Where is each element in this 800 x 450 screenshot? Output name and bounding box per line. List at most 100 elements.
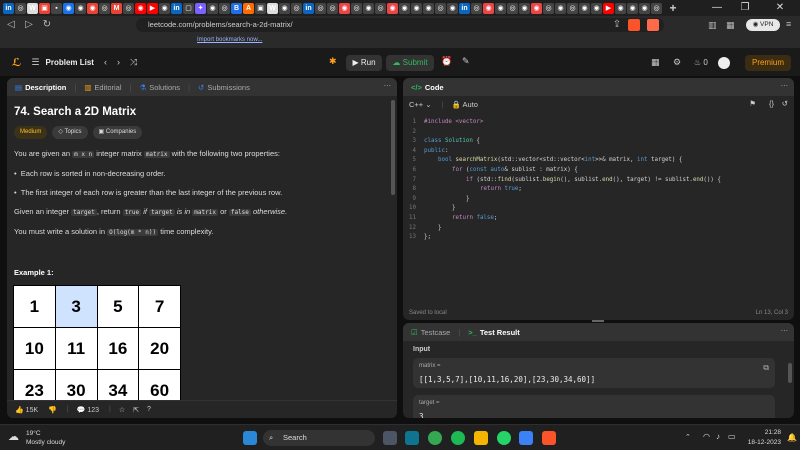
forward-icon[interactable]: ▷ (22, 18, 36, 32)
debug-icon[interactable]: ✱ (329, 56, 337, 67)
tab-solutions[interactable]: ⚗ Solutions (139, 83, 180, 92)
browser-tab[interactable]: ◎ (507, 2, 518, 14)
browser-tab[interactable]: ◎ (375, 2, 386, 14)
submit-button[interactable]: ☁ Submit (386, 55, 434, 71)
problem-list-link[interactable]: Problem List (46, 58, 94, 67)
browser-tab[interactable]: ◉ (627, 2, 638, 14)
browser-tab[interactable]: ◎ (123, 2, 134, 14)
browser-tab[interactable]: ◉ (483, 2, 494, 14)
run-button[interactable]: ▶ Run (346, 55, 382, 71)
windows-start-icon[interactable] (243, 431, 257, 445)
browser-tab[interactable]: ◉ (207, 2, 218, 14)
leetcode-logo-icon[interactable]: ℒ (12, 56, 21, 69)
browser-tab[interactable]: ◎ (15, 2, 26, 14)
timer-icon[interactable]: ⏰ (441, 56, 452, 67)
browser-tab[interactable]: ▢ (183, 2, 194, 14)
sidebar-toggle-icon[interactable]: ▥ (708, 20, 717, 31)
browser-tab[interactable]: ◉ (339, 2, 350, 14)
browser-tab[interactable]: ◉ (399, 2, 410, 14)
browser-tab[interactable]: ◎ (351, 2, 362, 14)
tab-test-result[interactable]: >_ Test Result (468, 328, 519, 337)
help-icon[interactable]: ? (147, 406, 151, 413)
browser-tab[interactable]: ◉ (555, 2, 566, 14)
topics-chip[interactable]: ◇ Topics (52, 126, 88, 139)
browser-tab[interactable]: ◉ (75, 2, 86, 14)
wifi-icon[interactable]: ◠ (703, 432, 710, 441)
browser-tab[interactable]: ▶ (603, 2, 614, 14)
browser-tab[interactable]: ◉ (615, 2, 626, 14)
reload-icon[interactable]: ↻ (40, 18, 54, 32)
browser-tab[interactable]: ✦ (195, 2, 206, 14)
browser-tab[interactable]: in (303, 2, 314, 14)
settings-gear-icon[interactable]: ⚙ (673, 57, 681, 68)
brave-browser-icon[interactable] (542, 431, 556, 445)
avatar[interactable] (718, 57, 730, 69)
more-options-icon[interactable]: ⋯ (781, 326, 789, 335)
browser-tab[interactable]: ◎ (567, 2, 578, 14)
weather-icon[interactable]: ☁ (8, 430, 19, 443)
taskbar-search[interactable]: ⌕ Search (263, 430, 375, 446)
share-icon[interactable]: ⇪ (610, 18, 624, 32)
widgets-icon[interactable] (405, 431, 419, 445)
chrome-icon[interactable] (428, 431, 442, 445)
description-scrollbar[interactable] (391, 100, 395, 195)
back-icon[interactable]: ◁ (4, 18, 18, 32)
browser-tab[interactable]: ▪ (51, 2, 62, 14)
browser-tab[interactable]: in (459, 2, 470, 14)
browser-tab[interactable]: ◉ (87, 2, 98, 14)
browser-tab[interactable]: ◉ (411, 2, 422, 14)
import-bookmarks-link[interactable]: Import bookmarks now... (197, 37, 262, 43)
like-button[interactable]: 👍 15K (15, 406, 38, 414)
browser-tab[interactable]: ◉ (423, 2, 434, 14)
clock-date[interactable]: 18-12-2023 (743, 439, 781, 446)
difficulty-badge[interactable]: Medium (14, 126, 48, 139)
tab-description[interactable]: ▤ Description (15, 83, 66, 92)
battery-icon[interactable]: ▭ (728, 432, 736, 441)
browser-tab[interactable]: ◎ (471, 2, 482, 14)
browser-tab[interactable]: ◉ (63, 2, 74, 14)
layout-icon[interactable]: ▦ (651, 57, 660, 68)
browser-tab[interactable]: in (3, 2, 14, 14)
store-icon[interactable] (519, 431, 533, 445)
browser-tab[interactable]: ◉ (363, 2, 374, 14)
browser-tab[interactable]: ◉ (495, 2, 506, 14)
tab-editorial[interactable]: ▥ Editorial (84, 83, 121, 92)
vpn-button[interactable]: ◉ VPN (746, 19, 780, 31)
shuffle-icon[interactable]: ⤨ (130, 57, 137, 68)
next-problem-icon[interactable]: › (117, 57, 120, 67)
favorite-star-icon[interactable]: ☆ (119, 406, 125, 414)
tab-code[interactable]: </> Code (411, 83, 444, 92)
browser-tab[interactable]: ◉ (387, 2, 398, 14)
browser-tab[interactable]: ◎ (327, 2, 338, 14)
browser-tab[interactable]: W (267, 2, 278, 14)
share-link-icon[interactable]: ⇱ (133, 406, 139, 414)
comments-button[interactable]: 💬 123 (77, 406, 99, 414)
wallet-icon[interactable]: ▦ (726, 20, 735, 31)
browser-tab[interactable]: ◉ (519, 2, 530, 14)
bookmark-icon[interactable]: ⚑ (749, 99, 756, 108)
copy-icon[interactable]: ⧉ (763, 363, 769, 373)
volume-icon[interactable]: ♪ (716, 432, 720, 441)
premium-button[interactable]: Premium (745, 55, 791, 71)
tab-testcase[interactable]: ☑ Testcase (411, 328, 450, 337)
tray-chevron-icon[interactable]: ⌃ (685, 433, 691, 441)
browser-tab[interactable]: ◎ (315, 2, 326, 14)
notes-icon[interactable]: ✎ (462, 56, 470, 67)
browser-tab[interactable]: B (231, 2, 242, 14)
browser-tab[interactable]: ▣ (255, 2, 266, 14)
clock-time[interactable]: 21:28 (747, 429, 781, 436)
code-editor[interactable]: 1 #include <vector> 2 3 class Solution { 4… (403, 118, 794, 243)
whatsapp-icon[interactable] (497, 431, 511, 445)
prev-problem-icon[interactable]: ‹ (104, 57, 107, 67)
browser-tab[interactable]: ◎ (99, 2, 110, 14)
browser-tab[interactable]: ◉ (591, 2, 602, 14)
task-view-icon[interactable] (383, 431, 397, 445)
streak-counter[interactable]: ♨ 0 (694, 58, 708, 67)
file-explorer-icon[interactable] (474, 431, 488, 445)
brave-rewards-icon[interactable] (647, 19, 659, 31)
menu-icon[interactable]: ≡ (786, 19, 791, 29)
more-options-icon[interactable]: ⋯ (781, 81, 789, 90)
companies-chip[interactable]: ▣ Companies (92, 126, 143, 139)
browser-tab[interactable]: ◎ (435, 2, 446, 14)
new-tab-button[interactable]: + (667, 3, 679, 14)
